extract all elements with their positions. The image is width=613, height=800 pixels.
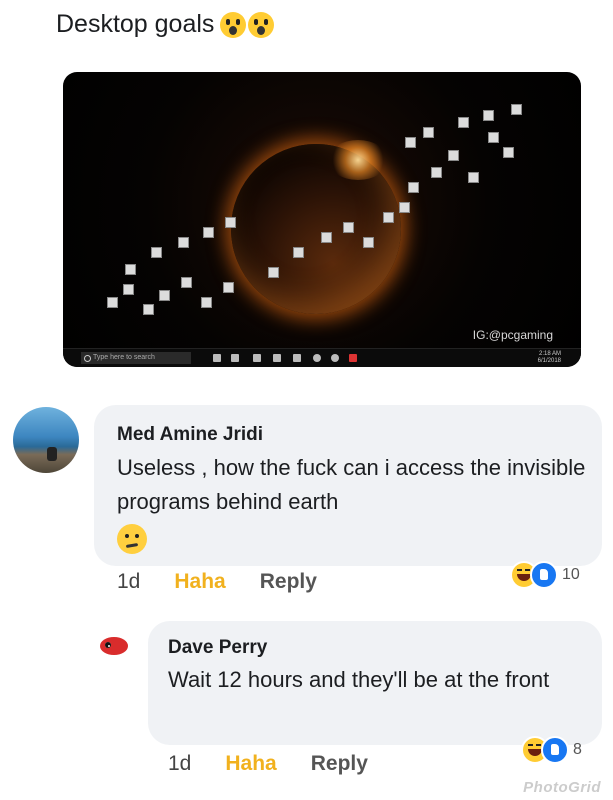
comment-actions: 1d Haha Reply bbox=[168, 752, 368, 776]
reaction-summary[interactable]: 10 bbox=[510, 561, 580, 589]
reaction-count: 10 bbox=[562, 566, 580, 583]
desktop-shortcut-icon bbox=[488, 132, 499, 143]
desktop-shortcut-icon bbox=[405, 137, 416, 148]
taskbar-app-icon bbox=[213, 354, 221, 362]
like-reaction-icon bbox=[541, 736, 569, 764]
desktop-shortcut-icon bbox=[159, 290, 170, 301]
desktop-shortcut-icon bbox=[178, 237, 189, 248]
haha-reaction-link[interactable]: Haha bbox=[174, 570, 225, 594]
desktop-shortcut-icon bbox=[423, 127, 434, 138]
desktop-shortcut-icon bbox=[268, 267, 279, 278]
comment-bubble: Dave Perry Wait 12 hours and they'll be … bbox=[148, 621, 602, 745]
desktop-shortcut-icon bbox=[225, 217, 236, 228]
screaming-face-icon bbox=[220, 11, 247, 38]
taskbar-app-icon bbox=[231, 354, 239, 362]
desktop-shortcut-icon bbox=[343, 222, 354, 233]
red-fish-avatar-icon bbox=[100, 637, 128, 655]
desktop-shortcut-icon bbox=[125, 264, 136, 275]
reaction-summary[interactable]: 8 bbox=[521, 736, 582, 764]
taskbar-clock: 2:18 AM 6/1/2018 bbox=[538, 351, 561, 365]
desktop-shortcut-icon bbox=[143, 304, 154, 315]
taskbar-app-icon bbox=[253, 354, 261, 362]
desktop-shortcut-icon bbox=[151, 247, 162, 258]
desktop-shortcut-icon bbox=[181, 277, 192, 288]
taskbar-clock-date: 6/1/2018 bbox=[537, 358, 561, 364]
desktop-shortcut-icon bbox=[448, 150, 459, 161]
comment-timestamp[interactable]: 1d bbox=[168, 752, 191, 776]
reply-link[interactable]: Reply bbox=[311, 752, 368, 776]
desktop-shortcut-icon bbox=[503, 147, 514, 158]
post-title: Desktop goals bbox=[56, 10, 275, 39]
comment-text: Wait 12 hours and they'll be at the fron… bbox=[168, 667, 550, 692]
reply-link[interactable]: Reply bbox=[260, 570, 317, 594]
comment-author[interactable]: Med Amine Jridi bbox=[117, 424, 263, 446]
desktop-shortcut-icon bbox=[123, 284, 134, 295]
desktop-shortcut-icon bbox=[201, 297, 212, 308]
like-reaction-icon bbox=[530, 561, 558, 589]
confused-face-icon bbox=[117, 524, 147, 554]
taskbar-app-icon bbox=[349, 354, 357, 362]
screaming-face-icon bbox=[248, 11, 275, 38]
desktop-shortcut-icon bbox=[203, 227, 214, 238]
desktop-shortcut-icon bbox=[399, 202, 410, 213]
desktop-shortcut-icon bbox=[408, 182, 419, 193]
recycle-bin-icon bbox=[511, 104, 522, 115]
desktop-shortcut-icon bbox=[363, 237, 374, 248]
taskbar-app-icon bbox=[273, 354, 281, 362]
desktop-screenshot-image[interactable]: IG:@pcgaming Type here to search 2:18 AM… bbox=[63, 72, 581, 367]
desktop-shortcut-icon bbox=[431, 167, 442, 178]
avatar[interactable] bbox=[94, 627, 134, 667]
reaction-count: 8 bbox=[573, 741, 582, 758]
sunrise-glow bbox=[328, 140, 388, 180]
avatar[interactable] bbox=[13, 407, 79, 473]
comment-timestamp[interactable]: 1d bbox=[117, 570, 140, 594]
instagram-watermark: IG:@pcgaming bbox=[472, 328, 553, 342]
comment-actions: 1d Haha Reply bbox=[117, 570, 317, 594]
windows-taskbar: Type here to search 2:18 AM 6/1/2018 bbox=[63, 348, 581, 367]
taskbar-clock-time: 2:18 AM bbox=[538, 351, 561, 357]
photogrid-watermark: PhotoGrid bbox=[523, 779, 601, 796]
comment-text: Useless , how the fuck can i access the … bbox=[117, 455, 586, 514]
taskbar-app-icon bbox=[331, 354, 339, 362]
taskbar-app-icon bbox=[313, 354, 321, 362]
desktop-shortcut-icon bbox=[468, 172, 479, 183]
comment-bubble: Med Amine Jridi Useless , how the fuck c… bbox=[94, 405, 602, 566]
desktop-shortcut-icon bbox=[223, 282, 234, 293]
comment-author[interactable]: Dave Perry bbox=[168, 637, 267, 659]
desktop-shortcut-icon bbox=[483, 110, 494, 121]
desktop-shortcut-icon bbox=[107, 297, 118, 308]
taskbar-app-icon bbox=[293, 354, 301, 362]
post-title-text: Desktop goals bbox=[56, 10, 215, 38]
avatar-person-silhouette bbox=[47, 447, 57, 461]
desktop-shortcut-icon bbox=[383, 212, 394, 223]
desktop-shortcut-icon bbox=[458, 117, 469, 128]
haha-reaction-link[interactable]: Haha bbox=[225, 752, 276, 776]
screaming-face-emoji-group bbox=[220, 11, 275, 38]
desktop-shortcut-icon bbox=[321, 232, 332, 243]
taskbar-search-box: Type here to search bbox=[81, 352, 191, 364]
desktop-shortcut-icon bbox=[293, 247, 304, 258]
